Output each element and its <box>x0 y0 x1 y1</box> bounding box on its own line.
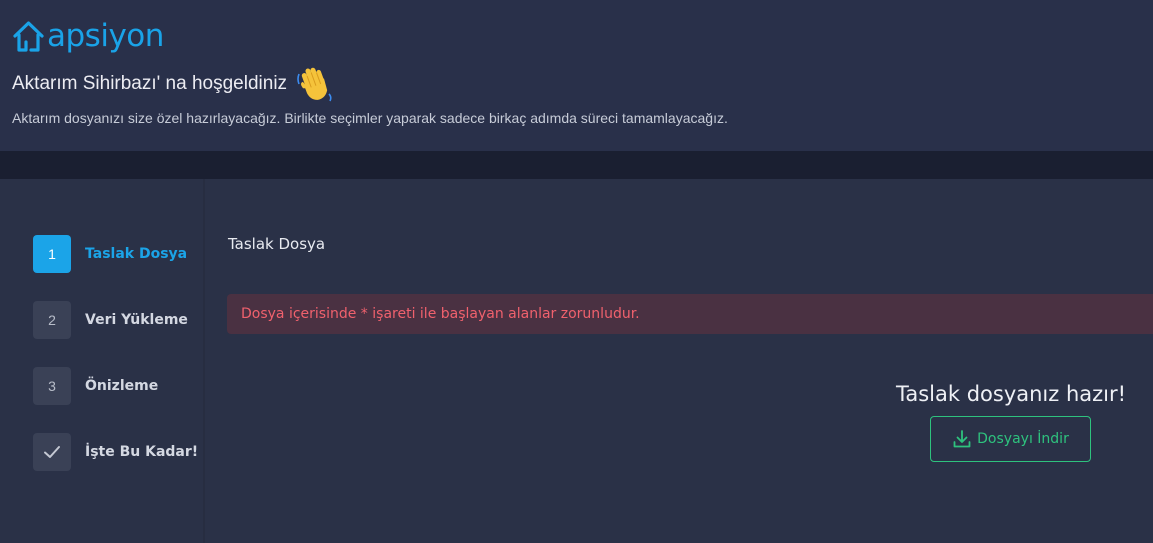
required-fields-alert: Dosya içerisinde * işareti ile başlayan … <box>227 294 1153 334</box>
welcome-heading: Aktarım Sihirbazı' na hoşgeldiniz <box>12 64 335 104</box>
panel-title: Taslak Dosya <box>228 235 326 253</box>
step-number-box: 1 <box>33 235 71 273</box>
step-taslak-dosya[interactable]: 1 Taslak Dosya <box>33 235 187 273</box>
check-icon <box>44 446 60 458</box>
alert-text: Dosya içerisinde * işareti ile başlayan … <box>241 306 640 322</box>
header: apsiyon Aktarım Sihirbazı' na hoşgeldini… <box>0 0 1153 151</box>
step-veri-yukleme[interactable]: 2 Veri Yükleme <box>33 301 188 339</box>
header-divider-band <box>0 151 1153 179</box>
step-label: İşte Bu Kadar! <box>85 444 199 460</box>
ready-message: Taslak dosyanız hazır! <box>896 382 1127 406</box>
step-label: Taslak Dosya <box>85 246 188 262</box>
step-number: 1 <box>48 246 56 262</box>
logo-text: apsiyon <box>47 18 164 54</box>
download-file-button[interactable]: Dosyayı İndir <box>930 416 1091 462</box>
step-number-box: 3 <box>33 367 71 405</box>
step-onizleme[interactable]: 3 Önizleme <box>33 367 158 405</box>
step-number-box: 2 <box>33 301 71 339</box>
step-number: 3 <box>48 378 56 394</box>
step-iste-bu-kadar[interactable]: İşte Bu Kadar! <box>33 433 198 471</box>
download-button-label: Dosyayı İndir <box>977 431 1069 447</box>
step-number-box <box>33 433 71 471</box>
apsiyon-logo[interactable]: apsiyon <box>12 19 164 53</box>
download-icon <box>953 430 971 448</box>
step-number: 2 <box>48 312 56 328</box>
page-subtitle: Aktarım dosyanızı size özel hazırlayacağ… <box>12 110 728 126</box>
house-icon <box>13 20 44 52</box>
step-label: Veri Yükleme <box>85 312 188 328</box>
page-title: Aktarım Sihirbazı' na hoşgeldiniz <box>12 73 288 94</box>
sidebar-divider <box>203 179 205 543</box>
wizard-steps-sidebar: 1 Taslak Dosya 2 Veri Yükleme 3 Önizleme… <box>0 179 203 543</box>
step-label: Önizleme <box>85 378 159 394</box>
waving-hand-icon <box>297 67 332 102</box>
